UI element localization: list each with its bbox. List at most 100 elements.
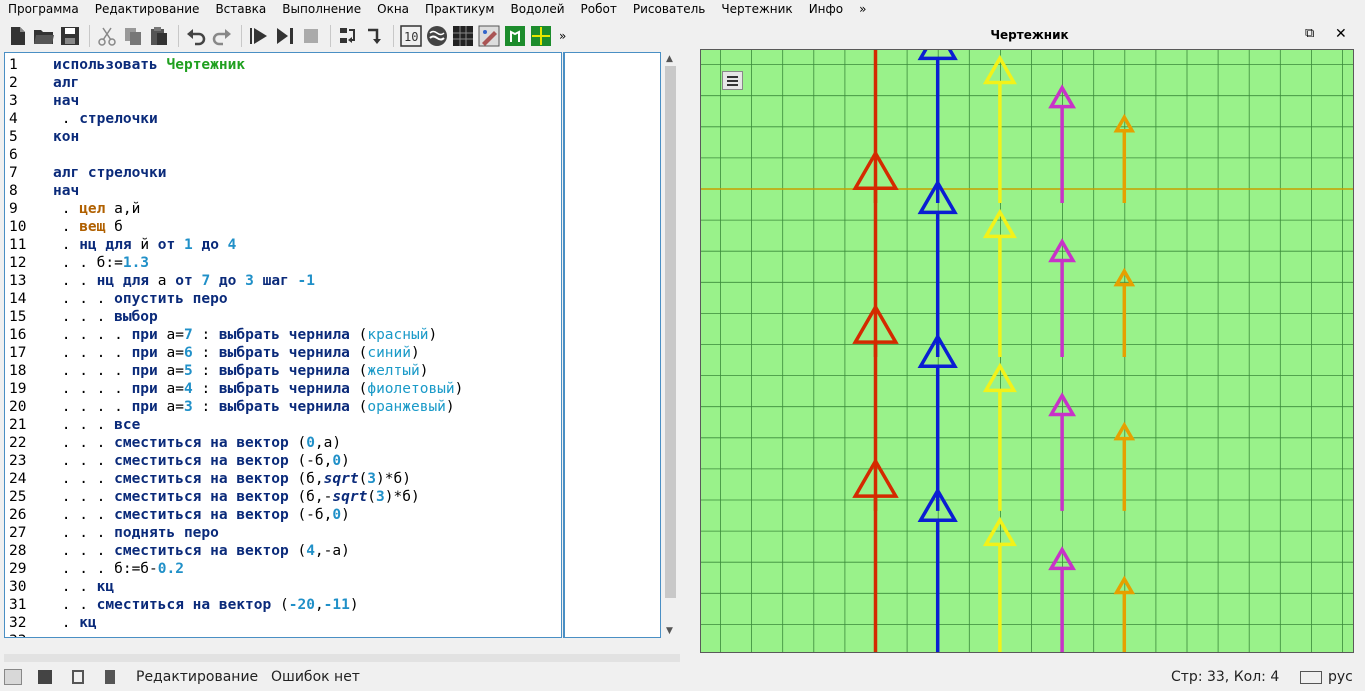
code-line[interactable]: 27 . . . поднять перо [5, 524, 561, 542]
code-token: до [201, 237, 219, 253]
code-line[interactable]: 17 . . . . при а=6 : выбрать чернила (си… [5, 344, 561, 362]
counter-10-icon[interactable]: 10 [399, 24, 423, 48]
menu-item[interactable]: » [851, 2, 874, 16]
line-number: 21 [9, 417, 27, 433]
editor-horizontal-scrollbar[interactable] [4, 654, 680, 662]
code-token: . . [53, 597, 97, 613]
code-line[interactable]: 13 . . нц для а от 7 до 3 шаг -1 [5, 272, 561, 290]
step-out-icon[interactable] [362, 24, 386, 48]
code-line[interactable]: 21 . . . все [5, 416, 561, 434]
code-line[interactable]: 8 нач [5, 182, 561, 200]
code-line[interactable]: 16 . . . . при а=7 : выбрать чернила (кр… [5, 326, 561, 344]
code-line[interactable]: 25 . . . сместиться на вектор (б,-sqrt(3… [5, 488, 561, 506]
code-line[interactable]: 2 алг [5, 74, 561, 92]
code-line[interactable]: 11 . нц для й от 1 до 4 [5, 236, 561, 254]
stop-icon[interactable] [299, 24, 323, 48]
code-line[interactable]: 31 . . сместиться на вектор (-20,-11) [5, 596, 561, 614]
drawing-canvas[interactable] [700, 49, 1354, 653]
scroll-down-arrow[interactable]: ▼ [666, 626, 673, 636]
undo-icon[interactable] [184, 24, 208, 48]
toolbar-more-button[interactable]: » [559, 29, 566, 43]
code-token: поднять перо [114, 525, 219, 541]
scroll-up-arrow[interactable]: ▲ [666, 54, 673, 64]
code-token: Чертежник [166, 57, 246, 73]
code-line[interactable]: 26 . . . сместиться на вектор (-б,0) [5, 506, 561, 524]
menu-item[interactable]: Практикум [417, 2, 502, 16]
code-line[interactable]: 5 кон [5, 128, 561, 146]
copy-icon[interactable] [121, 24, 145, 48]
code-editor[interactable]: 1 использовать Чертежник 2 алг 3 нач 4 . стрел… [4, 52, 562, 638]
run-step-icon[interactable] [273, 24, 297, 48]
code-line[interactable]: 19 . . . . при а=4 : выбрать чернила (фи… [5, 380, 561, 398]
redo-icon[interactable] [210, 24, 234, 48]
code-token: , [314, 597, 324, 613]
menu-item[interactable]: Вставка [207, 2, 274, 16]
hamburger-icon[interactable] [722, 71, 743, 90]
code-line[interactable]: 1 использовать Чертежник [5, 56, 561, 74]
code-line[interactable]: 30 . . кц [5, 578, 561, 596]
code-line[interactable]: 10 . вещ б [5, 218, 561, 236]
code-token: . [53, 201, 80, 217]
code-line[interactable]: 33 кон [5, 632, 561, 637]
code-line[interactable]: 14 . . . опустить перо [5, 290, 561, 308]
run-icon[interactable] [247, 24, 271, 48]
code-line[interactable]: 12 . . б:=1.3 [5, 254, 561, 272]
code-line[interactable]: 24 . . . сместиться на вектор (б,sqrt(3)… [5, 470, 561, 488]
code-line[interactable]: 22 . . . сместиться на вектор (0,а) [5, 434, 561, 452]
code-text: . . . опустить перо [53, 290, 228, 308]
cut-icon[interactable] [95, 24, 119, 48]
line-number: 20 [9, 399, 27, 415]
grid-app-icon[interactable] [529, 24, 553, 48]
chertezhnik-app-icon[interactable] [503, 24, 527, 48]
code-token: сместиться на вектор [96, 597, 272, 613]
restore-button[interactable]: ⧉ [1305, 26, 1314, 41]
console-toggle-icon[interactable] [4, 669, 22, 685]
save-icon[interactable] [58, 24, 82, 48]
menu-item[interactable]: Рисователь [625, 2, 714, 16]
vodoley-icon[interactable] [425, 24, 449, 48]
code-token: сместиться на вектор [114, 489, 289, 505]
code-line[interactable]: 4 . стрелочки [5, 110, 561, 128]
code-token: сместиться на вектор [114, 435, 289, 451]
code-line[interactable]: 7 алг стрелочки [5, 164, 561, 182]
code-line[interactable]: 29 . . . б:=б-0.2 [5, 560, 561, 578]
menu-item[interactable]: Инфо [801, 2, 851, 16]
paste-icon[interactable] [147, 24, 171, 48]
code-text: . . кц [53, 578, 114, 596]
code-line[interactable]: 23 . . . сместиться на вектор (-б,0) [5, 452, 561, 470]
code-line[interactable]: 3 нач [5, 92, 561, 110]
code-token: а,й [105, 201, 141, 217]
robot-grid-icon[interactable] [451, 24, 475, 48]
menu-item[interactable]: Окна [369, 2, 417, 16]
menu-item[interactable]: Программа [0, 2, 87, 16]
code-line[interactable]: 20 . . . . при а=3 : выбрать чернила (ор… [5, 398, 561, 416]
code-line[interactable]: 15 . . . выбор [5, 308, 561, 326]
trash-status-icon[interactable] [105, 670, 115, 684]
copy-status-icon[interactable] [72, 670, 84, 684]
code-line[interactable]: 28 . . . сместиться на вектор (4,-а) [5, 542, 561, 560]
code-token: алг стрелочки [53, 165, 167, 181]
code-token: . . . [53, 435, 115, 451]
code-token: 4 [227, 237, 237, 253]
save-status-icon[interactable] [38, 670, 52, 684]
keyboard-icon[interactable] [1300, 671, 1322, 684]
editor-vertical-scrollbar[interactable]: ▲ ▼ [662, 52, 679, 638]
code-token: красный [367, 327, 429, 343]
new-file-icon[interactable] [6, 24, 30, 48]
menu-item[interactable]: Водолей [502, 2, 572, 16]
toolbar-separator [330, 25, 331, 47]
code-line[interactable]: 9 . цел а,й [5, 200, 561, 218]
menu-item[interactable]: Чертежник [713, 2, 800, 16]
menu-item[interactable]: Редактирование [87, 2, 208, 16]
menu-item[interactable]: Выполнение [274, 2, 369, 16]
painter-icon[interactable] [477, 24, 501, 48]
scroll-thumb[interactable] [665, 66, 676, 598]
close-button[interactable]: ✕ [1335, 26, 1347, 42]
code-line[interactable]: 18 . . . . при а=5 : выбрать чернила (же… [5, 362, 561, 380]
code-line[interactable]: 6 [5, 146, 561, 164]
menu-item[interactable]: Робот [573, 2, 625, 16]
step-into-icon[interactable] [336, 24, 360, 48]
code-token: ( [349, 327, 368, 343]
open-folder-icon[interactable] [32, 24, 56, 48]
code-line[interactable]: 32 . кц [5, 614, 561, 632]
